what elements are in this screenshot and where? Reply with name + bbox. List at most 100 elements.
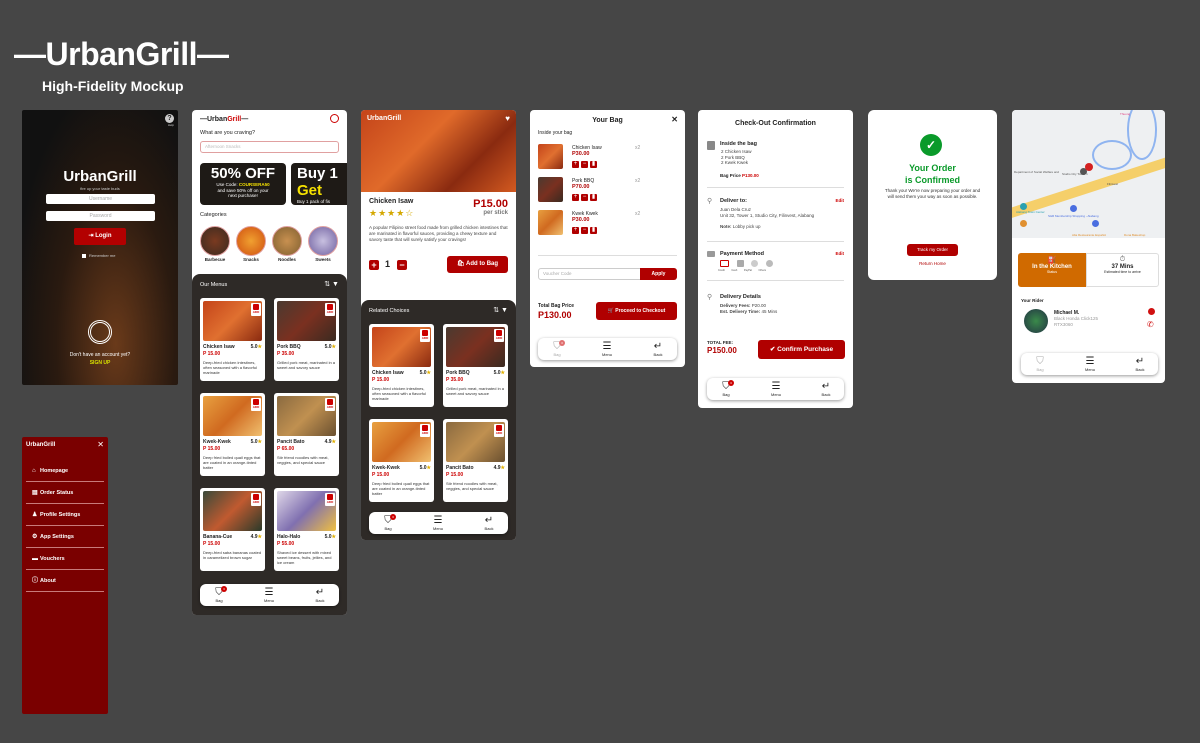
cash-icon[interactable] <box>737 260 744 267</box>
menu-item-card[interactable]: ADD Chicken Isaw 5.0★ P 15.00 Deep-fried… <box>200 298 265 381</box>
add-to-bag-button[interactable]: 🛍 Add to Bag <box>447 256 508 273</box>
close-icon[interactable]: ✕ <box>97 440 104 449</box>
trash-icon[interactable]: ▮ <box>590 227 597 234</box>
nav-menu[interactable]: ☰ Menu <box>254 587 284 603</box>
increase-qty-button[interactable]: + <box>572 161 579 168</box>
add-to-bag-icon[interactable]: ADD <box>325 398 335 411</box>
others-icon[interactable] <box>766 260 773 267</box>
menu-item-card[interactable]: ADD Chicken Isaw 5.0★ P 15.00 Deep-fried… <box>369 324 434 407</box>
receipt-icon: ▤ <box>32 490 38 496</box>
track-order-button[interactable]: Track my Order <box>907 244 958 256</box>
trash-icon[interactable]: ▮ <box>590 161 597 168</box>
total-fee-label: TOTAL FEE: <box>707 340 734 345</box>
signup-link[interactable]: SIGN UP <box>22 360 178 366</box>
chat-icon[interactable] <box>1148 308 1155 315</box>
sidebar-item-profile-settings[interactable]: ♟ Profile Settings <box>26 504 104 526</box>
add-to-bag-icon[interactable]: ADD <box>251 398 261 411</box>
sidebar-item-homepage[interactable]: ⌂ Homepage <box>26 460 104 482</box>
close-icon[interactable]: ✕ <box>671 115 678 124</box>
add-to-bag-icon[interactable]: ADD <box>325 303 335 316</box>
nav-bag[interactable]: ⛉ 3 Bag <box>373 514 403 531</box>
add-to-bag-icon[interactable]: ADD <box>325 493 335 506</box>
nav-back[interactable]: ↵ Back <box>643 341 673 357</box>
user-icon: ♟ <box>32 512 38 518</box>
nav-menu[interactable]: ☰ Menu <box>423 515 453 531</box>
password-input[interactable]: Password <box>46 211 155 221</box>
menu-item-card[interactable]: ADD Pork BBQ 5.0★ P 35.00 Grilled pork m… <box>274 298 339 381</box>
paypal-icon[interactable] <box>751 260 758 267</box>
menu-item-card[interactable]: ADD Banana-Cue 4.9★ P 15.00 Deep-fried s… <box>200 488 265 571</box>
increase-qty-button[interactable]: + <box>369 260 379 270</box>
menu-item-card[interactable]: ADD Pancit Bato 4.9★ P 65.00 Stir friend… <box>274 393 339 476</box>
add-to-bag-icon[interactable]: ADD <box>420 424 430 437</box>
add-to-bag-icon[interactable]: ADD <box>251 303 261 316</box>
destination-pin-icon <box>1085 163 1093 171</box>
menu-item-card[interactable]: ADD Pancit Bato 4.9★ P 15.00 Stir friend… <box>443 419 508 502</box>
sidebar-item-order-status[interactable]: ▤ Order Status <box>26 482 104 504</box>
bottom-nav: ⛉ 3 Bag ☰ Menu ↵ Back <box>369 512 508 534</box>
credit-card-icon[interactable] <box>720 260 729 267</box>
sidebar-item-vouchers[interactable]: ▬ Vouchers <box>26 548 104 570</box>
increase-qty-button[interactable]: + <box>572 194 579 201</box>
nav-back[interactable]: ↵ Back <box>474 515 504 531</box>
add-to-bag-icon[interactable]: ADD <box>251 493 261 506</box>
category-snacks-image[interactable] <box>236 226 266 256</box>
decrease-qty-button[interactable]: − <box>397 260 407 270</box>
nav-menu[interactable]: ☰ Menu <box>592 341 622 357</box>
promo-card-buy1[interactable]: Buy 1 Get Buy 1 pack of fis and get anot… <box>291 163 347 205</box>
confirm-purchase-button[interactable]: ✔ Confirm Purchase <box>758 340 845 359</box>
voucher-input[interactable]: Voucher Code <box>538 268 641 280</box>
decrease-qty-button[interactable]: − <box>581 227 588 234</box>
return-home-link[interactable]: Return Home <box>868 261 997 266</box>
heart-icon[interactable]: ♥ <box>505 114 510 123</box>
search-input[interactable]: Afternoon Snacks <box>200 141 339 153</box>
remember-me-checkbox[interactable]: Remember me <box>82 253 115 258</box>
login-button[interactable]: ⇥ Login <box>74 228 126 245</box>
increase-qty-button[interactable]: + <box>572 227 579 234</box>
category-noodles-image[interactable] <box>272 226 302 256</box>
item-description: Deep fried boiled quail eggs that are co… <box>203 455 261 470</box>
sort-filter-icon[interactable]: ⇅ ▼ <box>324 280 339 288</box>
nav-back[interactable]: ↵ Back <box>305 587 335 603</box>
nav-menu[interactable]: ☰ Menu <box>1075 356 1105 372</box>
nav-bag[interactable]: ⛉ 3 Bag <box>204 586 234 603</box>
inside-bag-title: Inside the bag <box>720 141 757 147</box>
quantity-value: 1 <box>385 259 391 269</box>
category-sweets-image[interactable] <box>308 226 338 256</box>
edit-payment-link[interactable]: Edit <box>836 251 845 256</box>
menu-item-card[interactable]: ADD Kwek-Kwek 5.0★ P 15.00 Deep fried bo… <box>369 419 434 502</box>
nav-bag[interactable]: ⛉ 3 Bag <box>711 380 741 397</box>
proceed-checkout-button[interactable]: 🛒 Proceed to Checkout <box>596 302 677 320</box>
nav-menu[interactable]: ☰ Menu <box>761 381 791 397</box>
item-rating: 5.0★ <box>324 534 336 540</box>
sidebar-item-app-settings[interactable]: ⚙ App Settings <box>26 526 104 548</box>
apply-voucher-button[interactable]: Apply <box>640 268 677 280</box>
nav-bag[interactable]: ⛉ 3 Bag <box>542 340 572 357</box>
delivery-map[interactable]: Thuong Department of Social Welfare and … <box>1012 110 1165 238</box>
sort-filter-icon[interactable]: ⇅ ▼ <box>493 306 508 314</box>
phone-icon[interactable]: ✆ <box>1147 320 1154 329</box>
category-label: Noodles <box>278 257 296 262</box>
bag-icon <box>707 141 715 150</box>
sidebar-item-about[interactable]: ⓘ About <box>26 570 104 592</box>
username-input[interactable]: Username <box>46 194 155 204</box>
add-to-bag-icon[interactable]: ADD <box>420 329 430 342</box>
nav-back[interactable]: ↵ Back <box>1125 356 1155 372</box>
add-to-bag-icon[interactable]: ADD <box>494 424 504 437</box>
menu-item-card[interactable]: ADD Halo-Halo 5.0★ P 55.00 Shaved ice de… <box>274 488 339 571</box>
edit-address-link[interactable]: Edit <box>836 198 845 203</box>
nav-bag[interactable]: ⛉ Bag <box>1025 356 1055 372</box>
promo-card-50-off[interactable]: 50% OFF Use Code: COURSERA50 and save 50… <box>200 163 286 205</box>
add-to-bag-icon[interactable]: ADD <box>494 329 504 342</box>
fingerprint-icon[interactable] <box>88 320 112 344</box>
decrease-qty-button[interactable]: − <box>581 194 588 201</box>
profile-icon[interactable] <box>330 114 339 123</box>
item-description: Deep-fried saba bananas coated in carame… <box>203 550 262 560</box>
trash-icon[interactable]: ▮ <box>590 194 597 201</box>
menu-item-card[interactable]: ADD Pork BBQ 5.0★ P 35.00 Grilled pork m… <box>443 324 508 407</box>
nav-back[interactable]: ↵ Back <box>811 381 841 397</box>
help-icon[interactable]: ? <box>165 114 174 123</box>
category-barbecue-image[interactable] <box>200 226 230 256</box>
decrease-qty-button[interactable]: − <box>581 161 588 168</box>
menu-item-card[interactable]: ADD Kwek-Kwek 5.0★ P 15.00 Deep fried bo… <box>200 393 265 476</box>
